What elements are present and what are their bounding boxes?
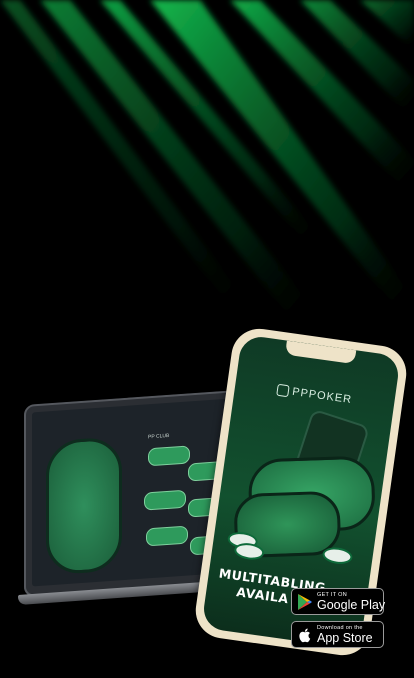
brand-name: PPPOKER — [291, 385, 353, 407]
google-play-label: Google Play — [317, 598, 386, 612]
game-card — [148, 445, 190, 467]
laptop-poker-table — [46, 436, 122, 576]
brand-logo: PPPOKER — [235, 378, 395, 412]
google-play-icon — [298, 594, 312, 610]
game-card — [144, 489, 186, 511]
apple-icon — [299, 628, 311, 643]
game-card — [146, 525, 188, 547]
chip-stack-icon — [321, 545, 354, 566]
app-store-label: App Store — [317, 631, 373, 645]
google-play-button[interactable]: GET IT ON Google Play — [291, 588, 386, 615]
pppoker-icon — [276, 383, 291, 398]
app-store-button[interactable]: Download on the App Store — [291, 621, 384, 648]
